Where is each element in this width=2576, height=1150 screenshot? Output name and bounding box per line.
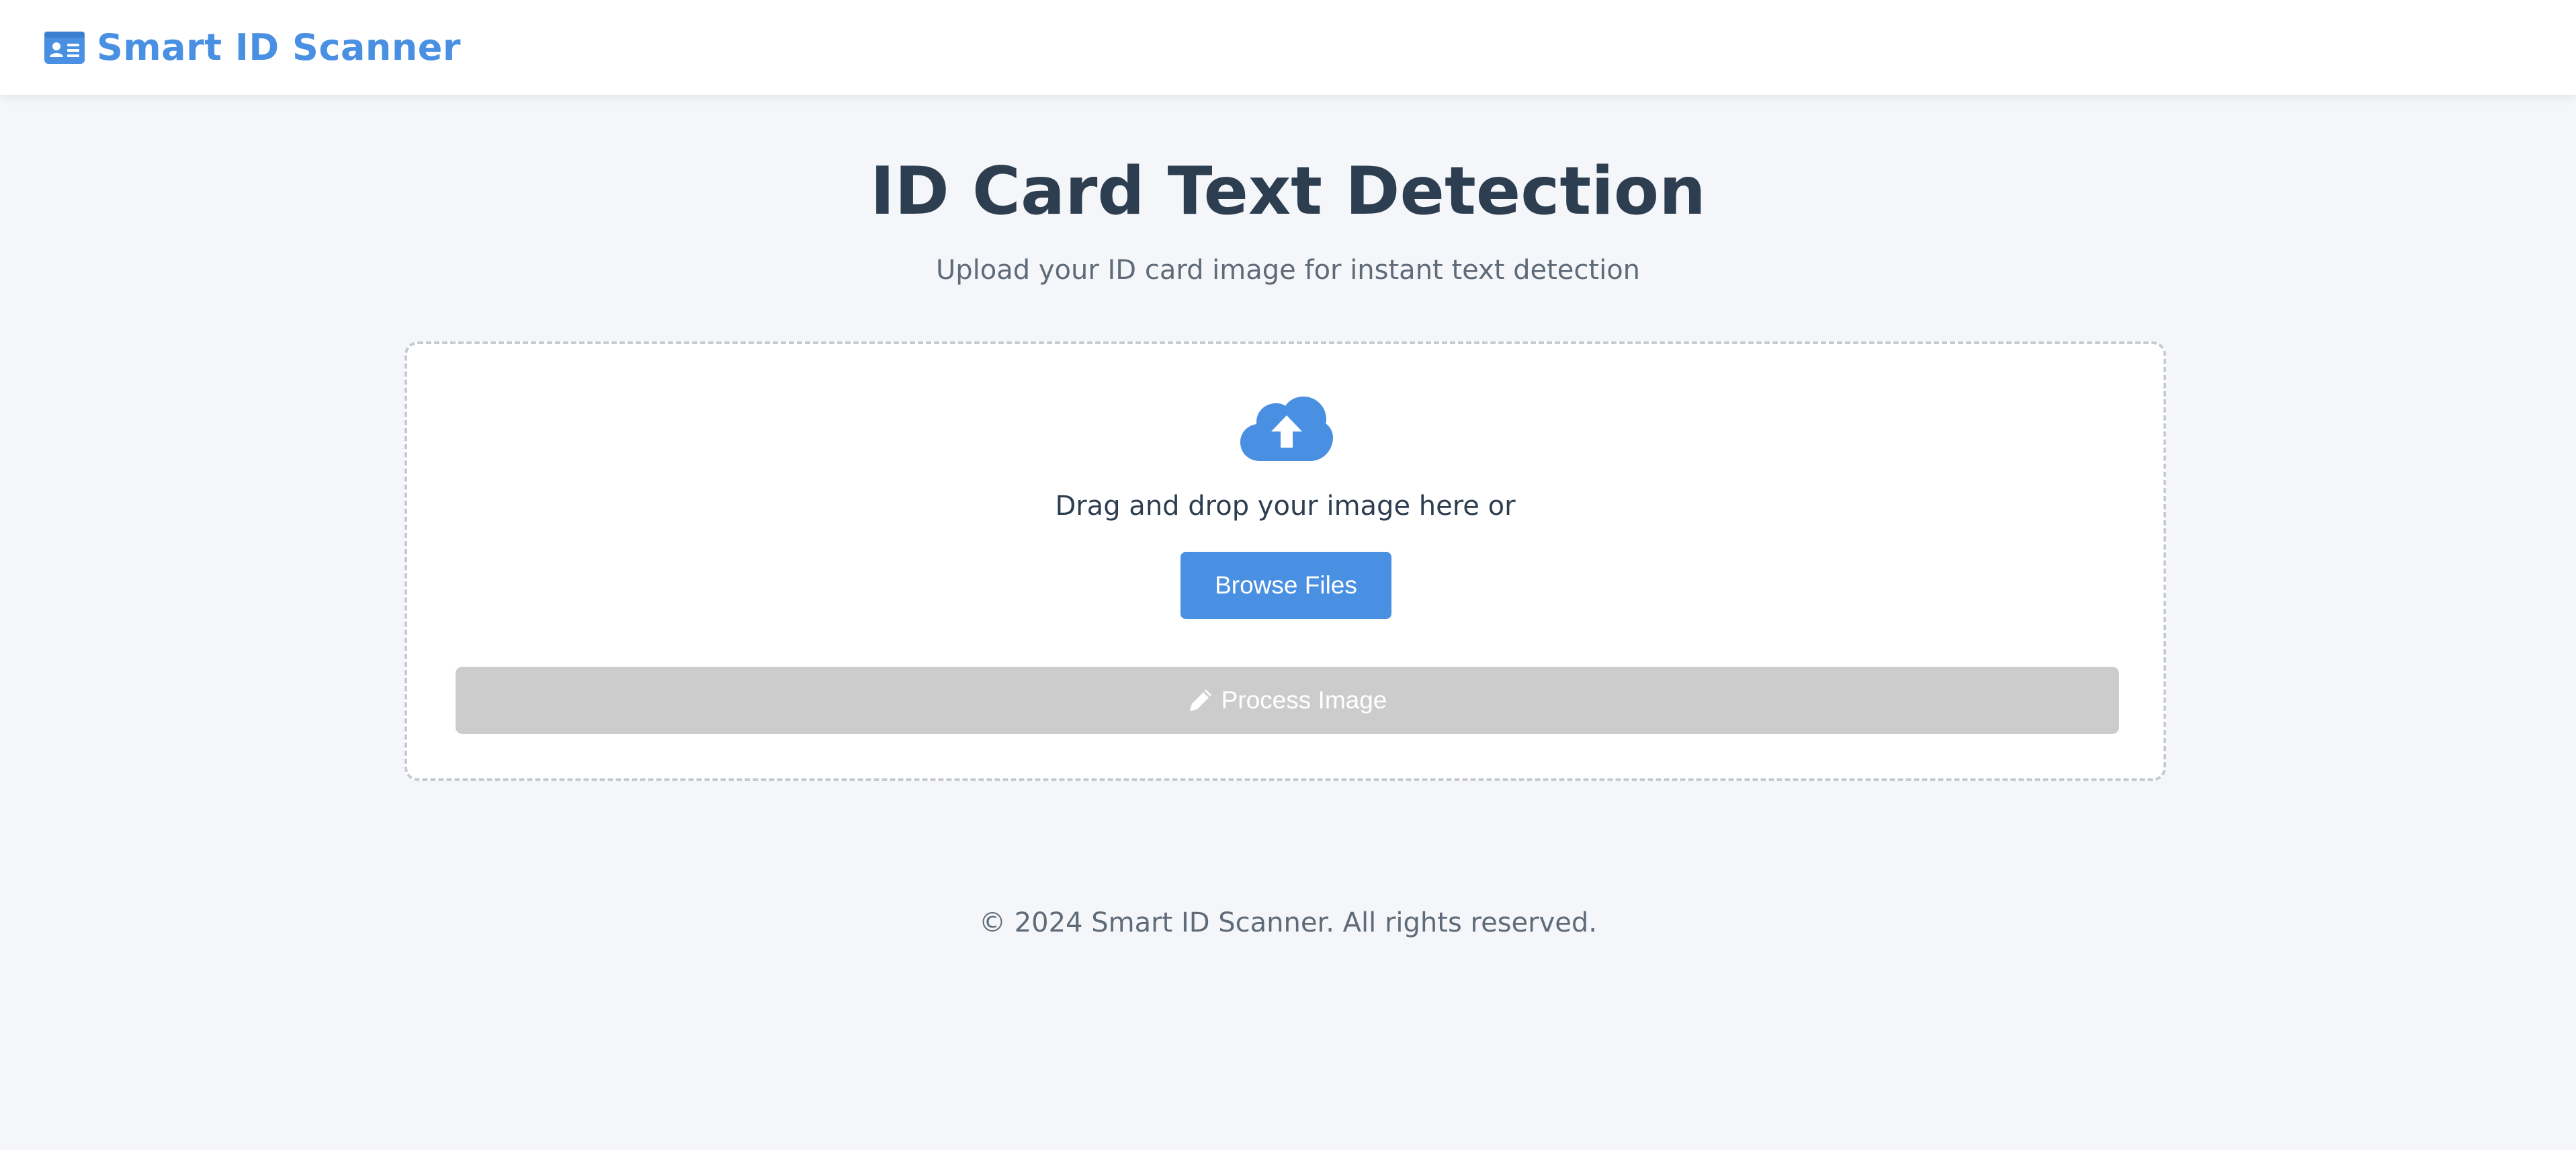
drop-instructions: Drag and drop your image here or [1055,491,1516,522]
id-card-icon [44,31,85,64]
footer-copyright: © 2024 Smart ID Scanner. All rights rese… [979,907,1597,938]
process-image-label: Process Image [1221,686,1387,714]
pencil-icon [1188,688,1213,713]
page-title: ID Card Text Detection [870,153,1706,230]
upload-dropzone[interactable]: Drag and drop your image here or Browse … [404,341,2166,781]
top-navbar: Smart ID Scanner [0,0,2576,95]
cloud-upload-icon [1240,397,1333,461]
page-subtitle: Upload your ID card image for instant te… [935,255,1641,286]
process-image-button[interactable]: Process Image [456,667,2119,734]
browse-files-button[interactable]: Browse Files [1180,552,1391,619]
brand[interactable]: Smart ID Scanner [44,26,461,69]
brand-title: Smart ID Scanner [97,26,462,69]
